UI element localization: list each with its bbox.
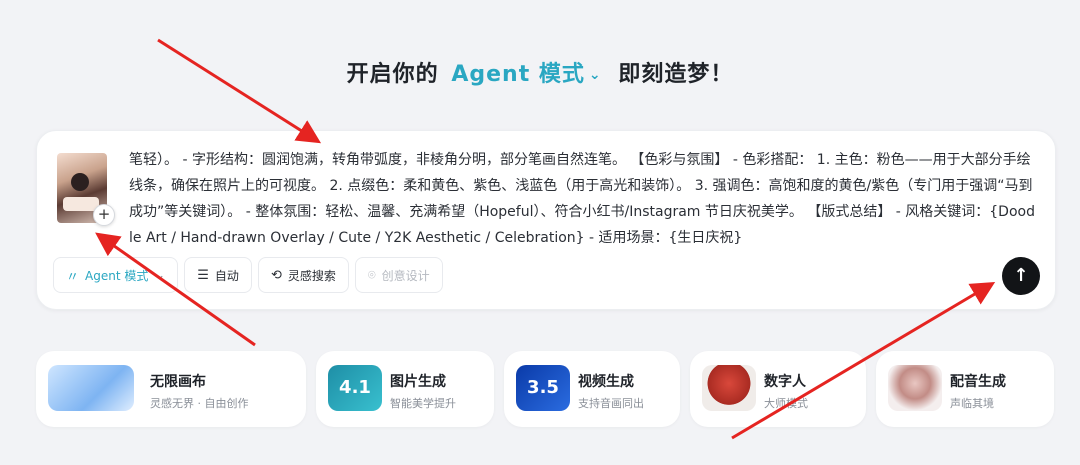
thumbnail-person <box>71 173 89 191</box>
inspiration-search-button[interactable]: ⟲ 灵感搜索 <box>257 257 349 293</box>
arrow-up-icon: ↑ <box>1013 265 1029 286</box>
send-button[interactable]: ↑ <box>1002 257 1040 295</box>
title-suffix: 即刻造梦！ <box>618 62 734 87</box>
feature-card-voice-generation[interactable]: 配音生成 声临其境 <box>876 351 1054 427</box>
feature-title: 视频生成 <box>578 374 634 390</box>
page-title: 开启你的 Agent 模式 ⌄ 即刻造梦！ <box>0 56 1080 88</box>
agent-mode-label: Agent 模式 <box>85 268 149 283</box>
feature-title: 图片生成 <box>390 374 446 390</box>
search-spark-icon: ⟲ <box>270 267 282 283</box>
feature-title: 数字人 <box>764 374 806 390</box>
feature-title: 无限画布 <box>150 374 206 390</box>
prompt-card: + 笔轻）。 - 字形结构：圆润饱满，转角带弧度，非棱角分明，部分笔画自然连笔。… <box>36 130 1056 310</box>
image-model-badge: 4.1 <box>328 365 382 411</box>
add-image-button[interactable]: + <box>93 204 115 226</box>
feature-card-digital-human[interactable]: 数字人 大师模式 <box>690 351 866 427</box>
chevron-down-icon[interactable]: ⌄ <box>589 67 602 83</box>
prompt-input[interactable]: 笔轻）。 - 字形结构：圆润饱满，转角带弧度，非棱角分明，部分笔画自然连笔。 【… <box>129 147 1037 251</box>
agent-mode-dropdown[interactable]: Agent 模式 <box>451 62 585 87</box>
feature-card-image-generation[interactable]: 4.1 图片生成 智能美学提升 <box>316 351 494 427</box>
pegasus-icon <box>48 365 134 411</box>
feature-card-video-generation[interactable]: 3.5 视频生成 支持音画同出 <box>504 351 680 427</box>
sliders-icon: ☰ <box>197 267 209 283</box>
inspiration-search-label: 灵感搜索 <box>287 268 336 283</box>
feature-subtitle: 声临其境 <box>950 397 994 410</box>
title-prefix: 开启你的 <box>346 62 439 87</box>
agent-mode-button[interactable]: 〃 Agent 模式 ⌄ <box>53 257 179 293</box>
creative-design-label: 创意设计 <box>381 268 430 283</box>
feature-card-infinite-canvas[interactable]: 无限画布 灵感无界 · 自由创作 <box>36 351 306 427</box>
digital-human-avatar <box>702 365 756 411</box>
feature-subtitle: 大师模式 <box>764 397 808 410</box>
video-model-badge: 3.5 <box>516 365 570 411</box>
feature-title: 配音生成 <box>950 374 1006 390</box>
chevron-down-icon: ⌄ <box>154 267 166 283</box>
agent-icon: 〃 <box>66 269 80 285</box>
location-pin-icon: ⌾ <box>367 267 376 283</box>
auto-button[interactable]: ☰ 自动 <box>184 257 252 293</box>
microphone-icon <box>888 365 942 411</box>
feature-subtitle: 智能美学提升 <box>390 397 456 410</box>
creative-design-button[interactable]: ⌾ 创意设计 <box>354 257 443 293</box>
feature-subtitle: 支持音画同出 <box>578 397 644 410</box>
prompt-toolbar: 〃 Agent 模式 ⌄ ☰ 自动 ⟲ 灵感搜索 ⌾ 创意设计 <box>53 257 443 293</box>
feature-subtitle: 灵感无界 · 自由创作 <box>150 397 249 410</box>
auto-label: 自动 <box>214 268 239 283</box>
arrow-to-prompt <box>157 38 322 144</box>
